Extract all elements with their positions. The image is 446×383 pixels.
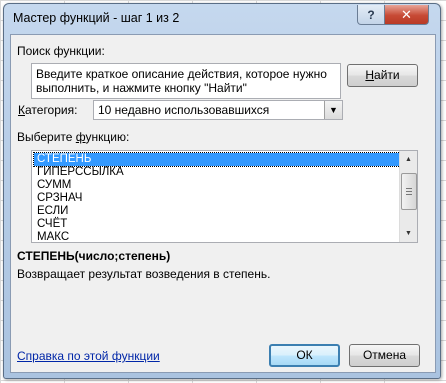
function-item[interactable]: СРЗНАЧ xyxy=(34,192,402,205)
category-label-rest: атегория: xyxy=(25,103,78,117)
dialog-body: Поиск функции: Введите краткое описание … xyxy=(10,34,436,373)
question-mark-icon: ? xyxy=(367,7,375,22)
cancel-button[interactable]: Отмена xyxy=(349,344,420,367)
function-item[interactable]: СУММ xyxy=(34,179,402,192)
grip-line xyxy=(406,191,412,192)
scroll-down-icon[interactable]: ▼ xyxy=(400,225,417,242)
function-item[interactable]: СЧЁТ xyxy=(34,218,402,231)
title-bar[interactable]: Мастер функций - шаг 1 из 2 ? ✕ xyxy=(4,4,440,32)
function-signature: СТЕПЕНЬ(число;степень) xyxy=(17,249,171,263)
dialog-title: Мастер функций - шаг 1 из 2 xyxy=(13,11,180,25)
grip-line xyxy=(406,194,412,195)
category-select[interactable]: 10 недавно использовавшихся ▼ xyxy=(93,100,343,120)
scroll-up-icon[interactable]: ▲ xyxy=(400,151,417,168)
function-wizard-dialog: Мастер функций - шаг 1 из 2 ? ✕ Поиск фу… xyxy=(3,3,441,379)
function-list[interactable]: СТЕПЕНЬ ГИПЕРССЫЛКА СУММ СРЗНАЧ ЕСЛИ СЧЁ… xyxy=(31,150,418,243)
find-button-rest: айти xyxy=(374,68,400,82)
help-button[interactable]: ? xyxy=(357,5,385,25)
help-link[interactable]: Справка по этой функции xyxy=(17,349,160,363)
close-button[interactable]: ✕ xyxy=(384,5,429,25)
function-list-label: Выберите функцию: xyxy=(17,130,129,144)
find-button-accel: Н xyxy=(365,68,375,82)
ok-button[interactable]: ОК xyxy=(269,344,340,367)
function-item[interactable]: МАКС xyxy=(34,231,402,242)
function-list-scrollbar[interactable]: ▲ ▼ xyxy=(399,151,417,242)
category-value: 10 недавно использовавшихся xyxy=(98,103,270,117)
scrollbar-thumb[interactable] xyxy=(401,173,417,210)
function-list-label-prefix: Выберите xyxy=(17,130,76,144)
function-item[interactable]: ГИПЕРССЫЛКА xyxy=(34,166,402,179)
search-label: Поиск функции: xyxy=(17,44,105,58)
grip-line xyxy=(406,188,412,189)
category-label: Категория: xyxy=(18,103,77,117)
function-description: Возвращает результат возведения в степен… xyxy=(17,267,271,281)
close-icon: ✕ xyxy=(401,6,412,22)
function-item[interactable]: СТЕПЕНЬ xyxy=(33,152,403,167)
find-button[interactable]: Найти xyxy=(347,64,418,87)
search-input[interactable]: Введите краткое описание действия, котор… xyxy=(31,63,341,99)
chevron-down-icon[interactable]: ▼ xyxy=(324,101,342,119)
category-label-accel: К xyxy=(18,103,25,117)
function-item[interactable]: ЕСЛИ xyxy=(34,205,402,218)
function-list-label-rest: ункцию: xyxy=(85,130,130,144)
function-list-label-accel: ф xyxy=(75,130,86,144)
